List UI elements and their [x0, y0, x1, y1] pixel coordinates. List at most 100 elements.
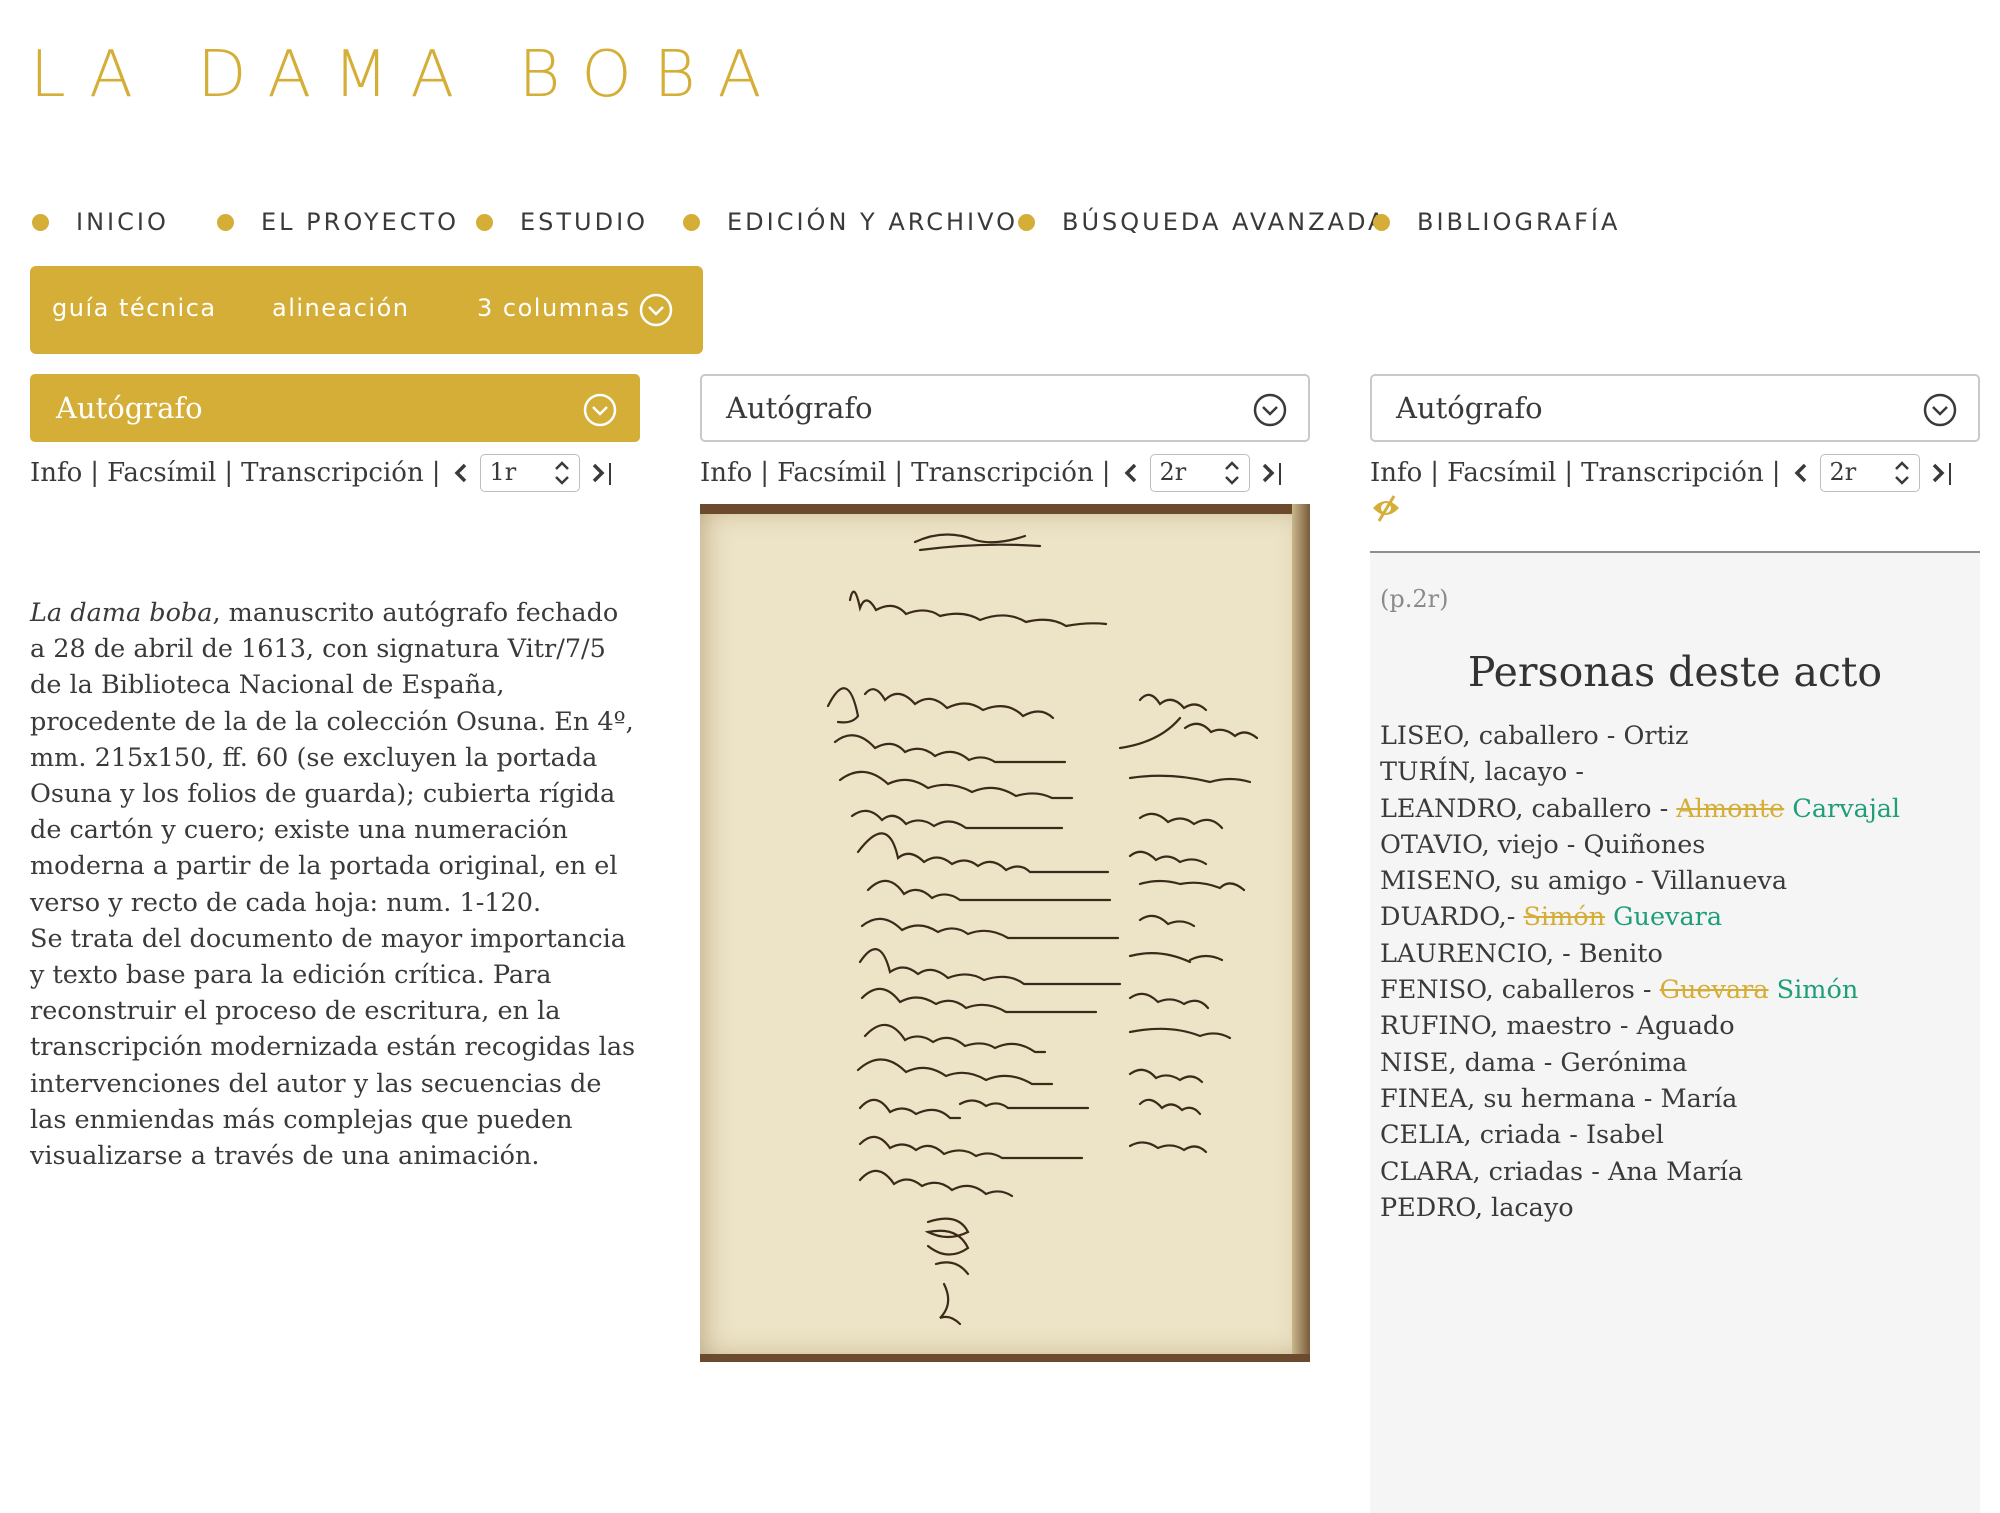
deleted-text[interactable]: Simón — [1523, 902, 1605, 932]
info-link[interactable]: Info — [30, 458, 82, 488]
facsimile-link[interactable]: Facsímil — [1447, 458, 1556, 488]
chevron-down-icon — [1923, 393, 1957, 427]
character-text: CELIA, criada - Isabel — [1380, 1120, 1664, 1151]
chevron-left-icon[interactable] — [1120, 459, 1142, 487]
deleted-text[interactable]: Guevara — [1660, 975, 1769, 1005]
spinner-icon[interactable] — [551, 457, 573, 489]
view-nav: Info | Facsímil | Transcripción | 2r — [1370, 453, 1980, 493]
character-text: NISE, dama - Gerónima — [1380, 1047, 1688, 1078]
transcription-link[interactable]: Transcripción — [1581, 458, 1764, 488]
character-item: PEDRO, lacayo — [1380, 1190, 1900, 1226]
page-reference: (p.2r) — [1380, 585, 1449, 613]
separator: | — [1101, 458, 1111, 488]
info-link[interactable]: Info — [1370, 458, 1422, 488]
chevron-left-icon[interactable] — [450, 459, 472, 487]
character-text: LEANDRO, caballero - — [1380, 793, 1677, 824]
bullet-icon — [683, 213, 700, 231]
character-item: FINEA, su hermana - María — [1380, 1081, 1900, 1117]
transcription-title: Personas deste acto — [1467, 648, 1883, 696]
last-page-icon[interactable] — [1928, 459, 1954, 487]
witness-select[interactable]: Autógrafo — [1370, 374, 1980, 442]
facsimile-link[interactable]: Facsímil — [107, 458, 216, 488]
character-text: PEDRO, lacayo — [1380, 1192, 1574, 1223]
nav-item-label: INICIO — [76, 208, 169, 236]
main-nav: INICIO EL PROYECTO ESTUDIO EDICIÓN Y ARC… — [0, 208, 2000, 242]
eye-slash-icon[interactable] — [1370, 492, 1402, 524]
witness-select-label: Autógrafo — [56, 391, 203, 425]
technical-guide-button[interactable]: guía técnica — [52, 294, 217, 322]
character-text: TURÍN, lacayo - — [1380, 757, 1584, 788]
character-item: DUARDO,- Simón Guevara — [1380, 899, 1900, 935]
character-item: TURÍN, lacayo - — [1380, 754, 1900, 790]
nav-item-label: ESTUDIO — [520, 208, 649, 236]
page-input[interactable]: 1r — [480, 454, 581, 492]
description-paragraph-2: Se trata del documento de mayor importan… — [30, 923, 636, 1172]
bullet-icon — [1018, 213, 1035, 231]
last-page-icon[interactable] — [588, 459, 614, 487]
spinner-icon[interactable] — [1221, 457, 1243, 489]
nav-item-label: EL PROYECTO — [261, 208, 460, 236]
page-input-value: 2r — [1159, 458, 1187, 486]
chevron-down-icon[interactable] — [638, 292, 674, 328]
character-item: LAURENCIO, - Benito — [1380, 936, 1900, 972]
work-title: La dama boba — [30, 598, 213, 628]
witness-select-label: Autógrafo — [1396, 391, 1543, 425]
nav-item-label: EDICIÓN Y ARCHIVO — [727, 208, 1018, 236]
view-nav: Info | Facsímil | Transcripción | 1r — [30, 453, 640, 493]
character-item: MISENO, su amigo - Villanueva — [1380, 863, 1900, 899]
last-page-icon[interactable] — [1258, 459, 1284, 487]
inserted-text[interactable]: Carvajal — [1792, 794, 1900, 824]
character-text: LAURENCIO, - Benito — [1380, 938, 1663, 969]
alignment-button[interactable]: alineación — [272, 294, 409, 322]
separator: | — [90, 458, 100, 488]
character-item: CELIA, criada - Isabel — [1380, 1117, 1900, 1153]
witness-select[interactable]: Autógrafo — [30, 374, 640, 442]
witness-select[interactable]: Autógrafo — [700, 374, 1310, 442]
transcription-link[interactable]: Transcripción — [911, 458, 1094, 488]
nav-item-el-proyecto[interactable]: EL PROYECTO — [217, 208, 459, 236]
character-item: FENISO, caballeros - Guevara Simón — [1380, 972, 1900, 1008]
character-item: LEANDRO, caballero - Almonte Carvajal — [1380, 791, 1900, 827]
nav-item-estudio[interactable]: ESTUDIO — [476, 208, 648, 236]
nav-item-busqueda-avanzada[interactable]: BÚSQUEDA AVANZADA — [1018, 208, 1387, 236]
character-text: CLARA, criadas - Ana María — [1380, 1156, 1743, 1187]
chevron-left-icon[interactable] — [1790, 459, 1812, 487]
nav-item-bibliografia[interactable]: BIBLIOGRAFÍA — [1373, 208, 1620, 236]
nav-item-edicion-y-archivo[interactable]: EDICIÓN Y ARCHIVO — [683, 208, 1018, 236]
character-text: LISEO, caballero - Ortiz — [1380, 721, 1689, 751]
nav-item-inicio[interactable]: INICIO — [32, 208, 169, 236]
nav-item-label: BÚSQUEDA AVANZADA — [1062, 208, 1388, 236]
separator: | — [760, 458, 770, 488]
inserted-text[interactable]: Simón — [1777, 975, 1859, 1005]
character-item: OTAVIO, viejo - Quiñones — [1380, 827, 1900, 863]
facsimile-link[interactable]: Facsímil — [777, 458, 886, 488]
bullet-icon — [1373, 213, 1390, 231]
manuscript-facsimile-image[interactable] — [700, 504, 1310, 1362]
site-title[interactable]: LA DAMA BOBA — [30, 38, 783, 112]
bullet-icon — [217, 213, 234, 231]
column-2: Autógrafo Info | Facsímil | Transcripción |… — [700, 374, 1310, 1362]
character-text: OTAVIO, viejo - Quiñones — [1380, 829, 1706, 860]
character-text: FENISO, caballeros - — [1380, 975, 1660, 1006]
spinner-icon[interactable] — [1891, 457, 1913, 489]
separator: | — [1771, 458, 1781, 488]
page-input[interactable]: 2r — [1150, 454, 1251, 492]
separator: | — [1564, 458, 1574, 488]
character-text: FINEA, su hermana - María — [1380, 1083, 1738, 1114]
character-item: RUFINO, maestro - Aguado — [1380, 1008, 1900, 1044]
view-nav: Info | Facsímil | Transcripción | 2r — [700, 453, 1310, 493]
info-link[interactable]: Info — [700, 458, 752, 488]
character-text: RUFINO, maestro - Aguado — [1380, 1011, 1735, 1042]
inserted-text[interactable]: Guevara — [1613, 902, 1722, 932]
page-input[interactable]: 2r — [1820, 454, 1921, 492]
character-item: CLARA, criadas - Ana María — [1380, 1154, 1900, 1190]
separator: | — [224, 458, 234, 488]
witness-description: La dama boba, manuscrito autógrafo fecha… — [30, 595, 640, 1174]
bullet-icon — [476, 213, 493, 231]
columns-selector[interactable]: 3 columnas — [477, 294, 630, 322]
deleted-text[interactable]: Almonte — [1676, 794, 1784, 824]
witness-select-label: Autógrafo — [726, 391, 873, 425]
handwriting-strokes — [826, 533, 1259, 1326]
nav-item-label: BIBLIOGRAFÍA — [1417, 208, 1621, 236]
transcription-link[interactable]: Transcripción — [241, 458, 424, 488]
